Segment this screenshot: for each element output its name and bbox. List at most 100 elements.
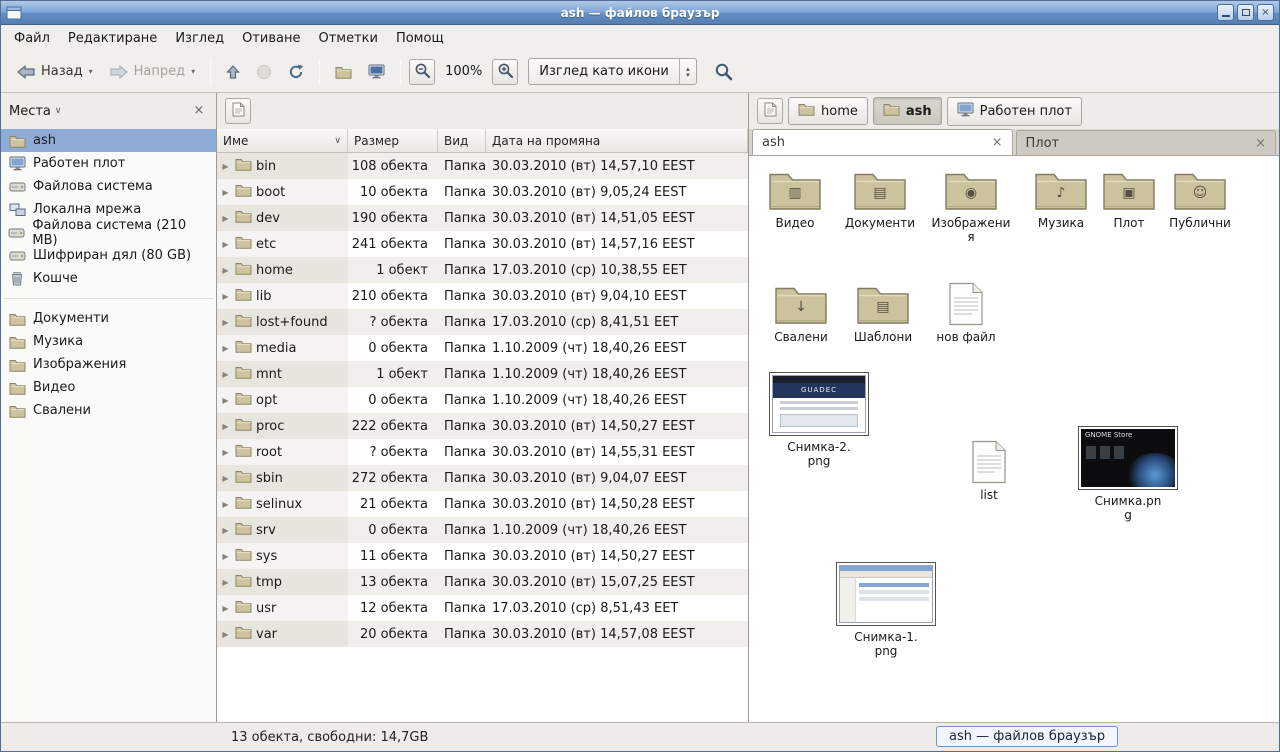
- expander-icon[interactable]: ▶: [220, 604, 231, 613]
- expander-icon[interactable]: ▶: [220, 162, 231, 171]
- titlebar[interactable]: ash — файлов браузър ×: [1, 1, 1279, 25]
- sidebar-item-pictures[interactable]: Изображения: [1, 353, 216, 376]
- menu-help[interactable]: Помощ: [387, 27, 453, 50]
- expander-icon[interactable]: ▶: [220, 344, 231, 353]
- sidebar-item-trash[interactable]: Кошче: [1, 267, 216, 290]
- file-row-home[interactable]: ▶ home 1 обект Папка 17.03.2010 (ср) 10,…: [217, 257, 748, 283]
- file-row-mnt[interactable]: ▶ mnt 1 обект Папка 1.10.2009 (чт) 18,40…: [217, 361, 748, 387]
- sidebar-item-documents[interactable]: Документи: [1, 307, 216, 330]
- sidebar-item-encrypted-80gb[interactable]: Шифриран дял (80 GB): [1, 244, 216, 267]
- search-button[interactable]: [707, 57, 740, 86]
- folder-public[interactable]: ☺ Публични: [1155, 168, 1245, 230]
- file-row-var[interactable]: ▶ var 20 обекта Папка 30.03.2010 (вт) 14…: [217, 621, 748, 647]
- folder-templates[interactable]: ▤ Шаблони: [841, 282, 925, 344]
- sidebar-item-home-ash[interactable]: ash: [1, 129, 216, 152]
- file-row-root[interactable]: ▶ root ? обекта Папка 30.03.2010 (вт) 14…: [217, 439, 748, 465]
- computer-button[interactable]: [361, 59, 392, 84]
- icon-view[interactable]: ▥ Видео ▤ Документи ◉ Изображения ♪ Музи…: [749, 156, 1279, 722]
- up-button[interactable]: [219, 59, 247, 85]
- location-toggle-button[interactable]: [225, 98, 251, 124]
- places-header[interactable]: Места ∨ ×: [1, 93, 216, 129]
- home-folder-button[interactable]: [328, 60, 359, 84]
- file-row-opt[interactable]: ▶ opt 0 обекта Папка 1.10.2009 (чт) 18,4…: [217, 387, 748, 413]
- maximize-button[interactable]: [1237, 4, 1254, 21]
- folder-downloads[interactable]: ↓ Свалени: [759, 282, 843, 344]
- file-row-usr[interactable]: ▶ usr 12 обекта Папка 17.03.2010 (ср) 8,…: [217, 595, 748, 621]
- zoom-in-button[interactable]: [492, 59, 518, 85]
- expander-icon[interactable]: ▶: [220, 396, 231, 405]
- sidebar-close-button[interactable]: ×: [190, 102, 208, 120]
- expander-icon[interactable]: ▶: [220, 526, 231, 535]
- menu-view[interactable]: Изглед: [166, 27, 233, 50]
- sidebar-item-music[interactable]: Музика: [1, 330, 216, 353]
- column-header-name[interactable]: Име∨: [217, 129, 348, 153]
- folder-pictures[interactable]: ◉ Изображения: [925, 168, 1017, 245]
- image-snimka-1[interactable]: Снимка-1.png: [829, 562, 943, 659]
- view-mode-select[interactable]: Изглед като икони ▴▾: [528, 58, 697, 85]
- expander-icon[interactable]: ▶: [220, 500, 231, 509]
- expander-icon[interactable]: ▶: [220, 422, 231, 431]
- zoom-out-button[interactable]: [409, 59, 435, 85]
- expander-icon[interactable]: ▶: [220, 448, 231, 457]
- column-header-date-modified[interactable]: Дата на промяна: [486, 129, 748, 153]
- expander-icon[interactable]: ▶: [220, 474, 231, 483]
- back-dropdown-icon[interactable]: ▾: [89, 67, 93, 76]
- sidebar-item-downloads[interactable]: Свалени: [1, 399, 216, 422]
- taskbar-window-button[interactable]: ash — файлов браузър: [936, 726, 1118, 747]
- expander-icon[interactable]: ▶: [220, 370, 231, 379]
- expander-icon[interactable]: ▶: [220, 266, 231, 275]
- expander-icon[interactable]: ▶: [220, 578, 231, 587]
- back-button[interactable]: Назад ▾: [9, 59, 100, 85]
- tab-close-icon[interactable]: ×: [992, 135, 1003, 150]
- file-row-boot[interactable]: ▶ boot 10 обекта Папка 30.03.2010 (вт) 9…: [217, 179, 748, 205]
- file-row-lib[interactable]: ▶ lib 210 обекта Папка 30.03.2010 (вт) 9…: [217, 283, 748, 309]
- column-header-type[interactable]: Вид: [438, 129, 486, 153]
- menu-file[interactable]: Файл: [5, 27, 59, 50]
- file-row-sys[interactable]: ▶ sys 11 обекта Папка 30.03.2010 (вт) 14…: [217, 543, 748, 569]
- expander-icon[interactable]: ▶: [220, 318, 231, 327]
- file-row-proc[interactable]: ▶ proc 222 обекта Папка 30.03.2010 (вт) …: [217, 413, 748, 439]
- column-header-size[interactable]: Размер: [348, 129, 438, 153]
- file-list[interactable]: list: [947, 440, 1031, 502]
- location-toggle-button-2[interactable]: [757, 98, 783, 124]
- expander-icon[interactable]: ▶: [220, 292, 231, 301]
- image-snimka-2[interactable]: GUADEC Снимка-2.png: [763, 372, 875, 469]
- stop-button[interactable]: [249, 59, 279, 85]
- expander-icon[interactable]: ▶: [220, 552, 231, 561]
- file-row-srv[interactable]: ▶ srv 0 обекта Папка 1.10.2009 (чт) 18,4…: [217, 517, 748, 543]
- file-row-etc[interactable]: ▶ etc 241 обекта Папка 30.03.2010 (вт) 1…: [217, 231, 748, 257]
- expander-icon[interactable]: ▶: [220, 630, 231, 639]
- file-row-media[interactable]: ▶ media 0 обекта Папка 1.10.2009 (чт) 18…: [217, 335, 748, 361]
- forward-button[interactable]: Напред ▾: [102, 59, 203, 85]
- file-row-sbin[interactable]: ▶ sbin 272 обекта Папка 30.03.2010 (вт) …: [217, 465, 748, 491]
- file-row-lost+found[interactable]: ▶ lost+found ? обекта Папка 17.03.2010 (…: [217, 309, 748, 335]
- tab-close-icon[interactable]: ×: [1255, 136, 1266, 151]
- menu-edit[interactable]: Редактиране: [59, 27, 166, 50]
- file-row-selinux[interactable]: ▶ selinux 21 обекта Папка 30.03.2010 (вт…: [217, 491, 748, 517]
- expander-icon[interactable]: ▶: [220, 214, 231, 223]
- sidebar-item-filesystem-210mb[interactable]: Файлова система (210 MB): [1, 221, 216, 244]
- reload-button[interactable]: [281, 59, 311, 85]
- expander-icon[interactable]: ▶: [220, 188, 231, 197]
- sidebar-item-filesystem[interactable]: Файлова система: [1, 175, 216, 198]
- sidebar-item-desktop[interactable]: Работен плот: [1, 152, 216, 175]
- close-button[interactable]: ×: [1257, 4, 1274, 21]
- menu-bookmarks[interactable]: Отметки: [309, 27, 386, 50]
- combo-spinner-icon[interactable]: ▴▾: [679, 59, 696, 84]
- image-snimka[interactable]: GNOME Store Снимка.png: [1071, 426, 1185, 523]
- tab-ash[interactable]: ash ×: [752, 129, 1013, 155]
- menu-go[interactable]: Отиване: [233, 27, 309, 50]
- folder-video[interactable]: ▥ Видео: [753, 168, 837, 230]
- file-row-dev[interactable]: ▶ dev 190 обекта Папка 30.03.2010 (вт) 1…: [217, 205, 748, 231]
- expander-icon[interactable]: ▶: [220, 240, 231, 249]
- minimize-button[interactable]: [1217, 4, 1234, 21]
- path-button-ash[interactable]: ash: [873, 97, 942, 125]
- sidebar-item-videos[interactable]: Видео: [1, 376, 216, 399]
- file-row-bin[interactable]: ▶ bin 108 обекта Папка 30.03.2010 (вт) 1…: [217, 153, 748, 179]
- tab-plot[interactable]: Плот ×: [1016, 130, 1277, 155]
- file-new-file[interactable]: нов файл: [921, 282, 1011, 344]
- folder-documents[interactable]: ▤ Документи: [835, 168, 925, 230]
- path-button-desktop[interactable]: Работен плот: [947, 97, 1082, 126]
- file-row-tmp[interactable]: ▶ tmp 13 обекта Папка 30.03.2010 (вт) 15…: [217, 569, 748, 595]
- path-button-home[interactable]: home: [788, 97, 868, 125]
